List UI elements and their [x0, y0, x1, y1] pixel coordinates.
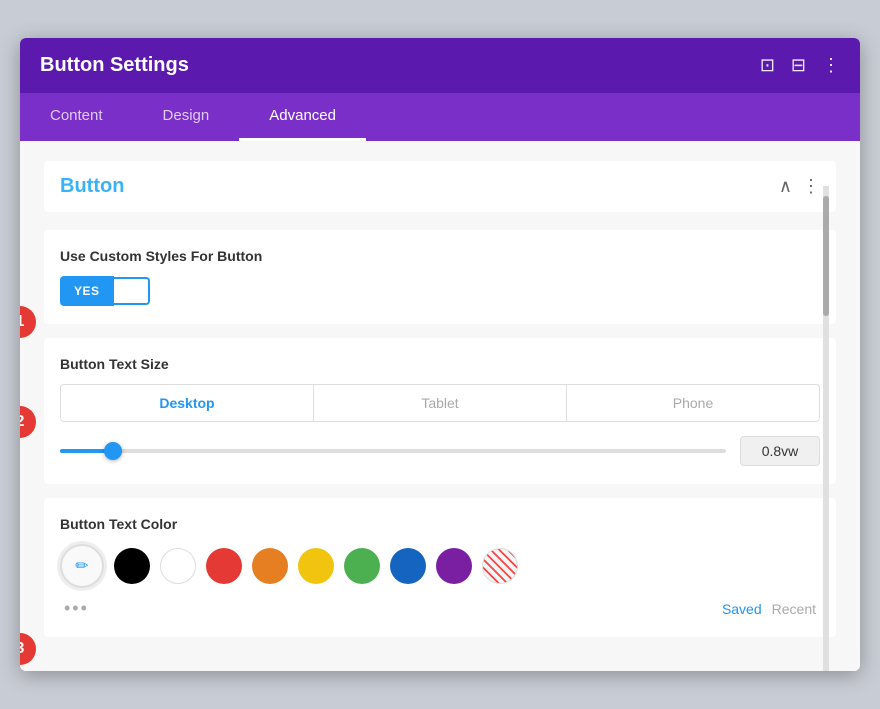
- section-header: Button ∧ ⋮: [44, 161, 836, 212]
- toggle-yes-button[interactable]: YES: [60, 276, 114, 306]
- toggle-setting: Use Custom Styles For Button YES: [44, 230, 836, 324]
- saved-link[interactable]: Saved: [722, 601, 762, 617]
- color-swatch-none[interactable]: [482, 548, 518, 584]
- slider-thumb[interactable]: [104, 442, 122, 460]
- device-tab-desktop[interactable]: Desktop: [61, 385, 314, 421]
- tab-content[interactable]: Content: [20, 93, 133, 141]
- toggle-control[interactable]: YES: [60, 276, 820, 306]
- header-icons: ⊡ ⊟ ⋮: [760, 55, 840, 76]
- toggle-handle[interactable]: [114, 277, 150, 305]
- color-swatch-green[interactable]: [344, 548, 380, 584]
- color-row: ✏: [60, 544, 820, 588]
- color-swatch-orange[interactable]: [252, 548, 288, 584]
- device-tab-phone[interactable]: Phone: [567, 385, 819, 421]
- columns-icon[interactable]: ⊟: [791, 55, 806, 76]
- color-swatch-black[interactable]: [114, 548, 150, 584]
- scrollbar-thumb[interactable]: [823, 196, 829, 316]
- more-colors-icon[interactable]: •••: [64, 598, 89, 619]
- panel-header: Button Settings ⊡ ⊟ ⋮: [20, 38, 860, 93]
- tabs-bar: Content Design Advanced: [20, 93, 860, 141]
- collapse-icon[interactable]: ∧: [779, 176, 792, 197]
- color-swatch-blue[interactable]: [390, 548, 426, 584]
- toggle-label: Use Custom Styles For Button: [60, 248, 820, 264]
- panel-content: Button ∧ ⋮ Use Custom Styles For Button …: [20, 141, 860, 671]
- section-more-icon[interactable]: ⋮: [802, 176, 820, 197]
- eyedropper-button[interactable]: ✏: [60, 544, 104, 588]
- color-swatch-yellow[interactable]: [298, 548, 334, 584]
- text-size-setting: Button Text Size Desktop Tablet Phone 0.…: [44, 338, 836, 484]
- eyedropper-icon: ✏: [75, 556, 88, 576]
- section-title: Button: [60, 175, 124, 198]
- text-color-label: Button Text Color: [60, 516, 820, 532]
- slider-track[interactable]: [60, 449, 726, 453]
- color-swatch-white[interactable]: [160, 548, 196, 584]
- recent-link[interactable]: Recent: [772, 601, 816, 617]
- slider-value[interactable]: 0.8vw: [740, 436, 820, 466]
- color-swatch-red[interactable]: [206, 548, 242, 584]
- tab-design[interactable]: Design: [133, 93, 240, 141]
- frame-icon[interactable]: ⊡: [760, 55, 775, 76]
- slider-row: 0.8vw: [60, 436, 820, 466]
- text-color-setting: Button Text Color ✏ ••• Saved Rec: [44, 498, 836, 637]
- tab-advanced[interactable]: Advanced: [239, 93, 366, 141]
- device-tab-tablet[interactable]: Tablet: [314, 385, 567, 421]
- panel-title: Button Settings: [40, 54, 189, 77]
- text-size-label: Button Text Size: [60, 356, 820, 372]
- device-tabs: Desktop Tablet Phone: [60, 384, 820, 422]
- color-footer-links: Saved Recent: [722, 601, 816, 617]
- more-vertical-icon[interactable]: ⋮: [822, 55, 840, 76]
- color-footer: ••• Saved Recent: [60, 598, 820, 619]
- color-swatch-purple[interactable]: [436, 548, 472, 584]
- section-actions: ∧ ⋮: [779, 176, 820, 197]
- scrollbar[interactable]: [823, 186, 829, 671]
